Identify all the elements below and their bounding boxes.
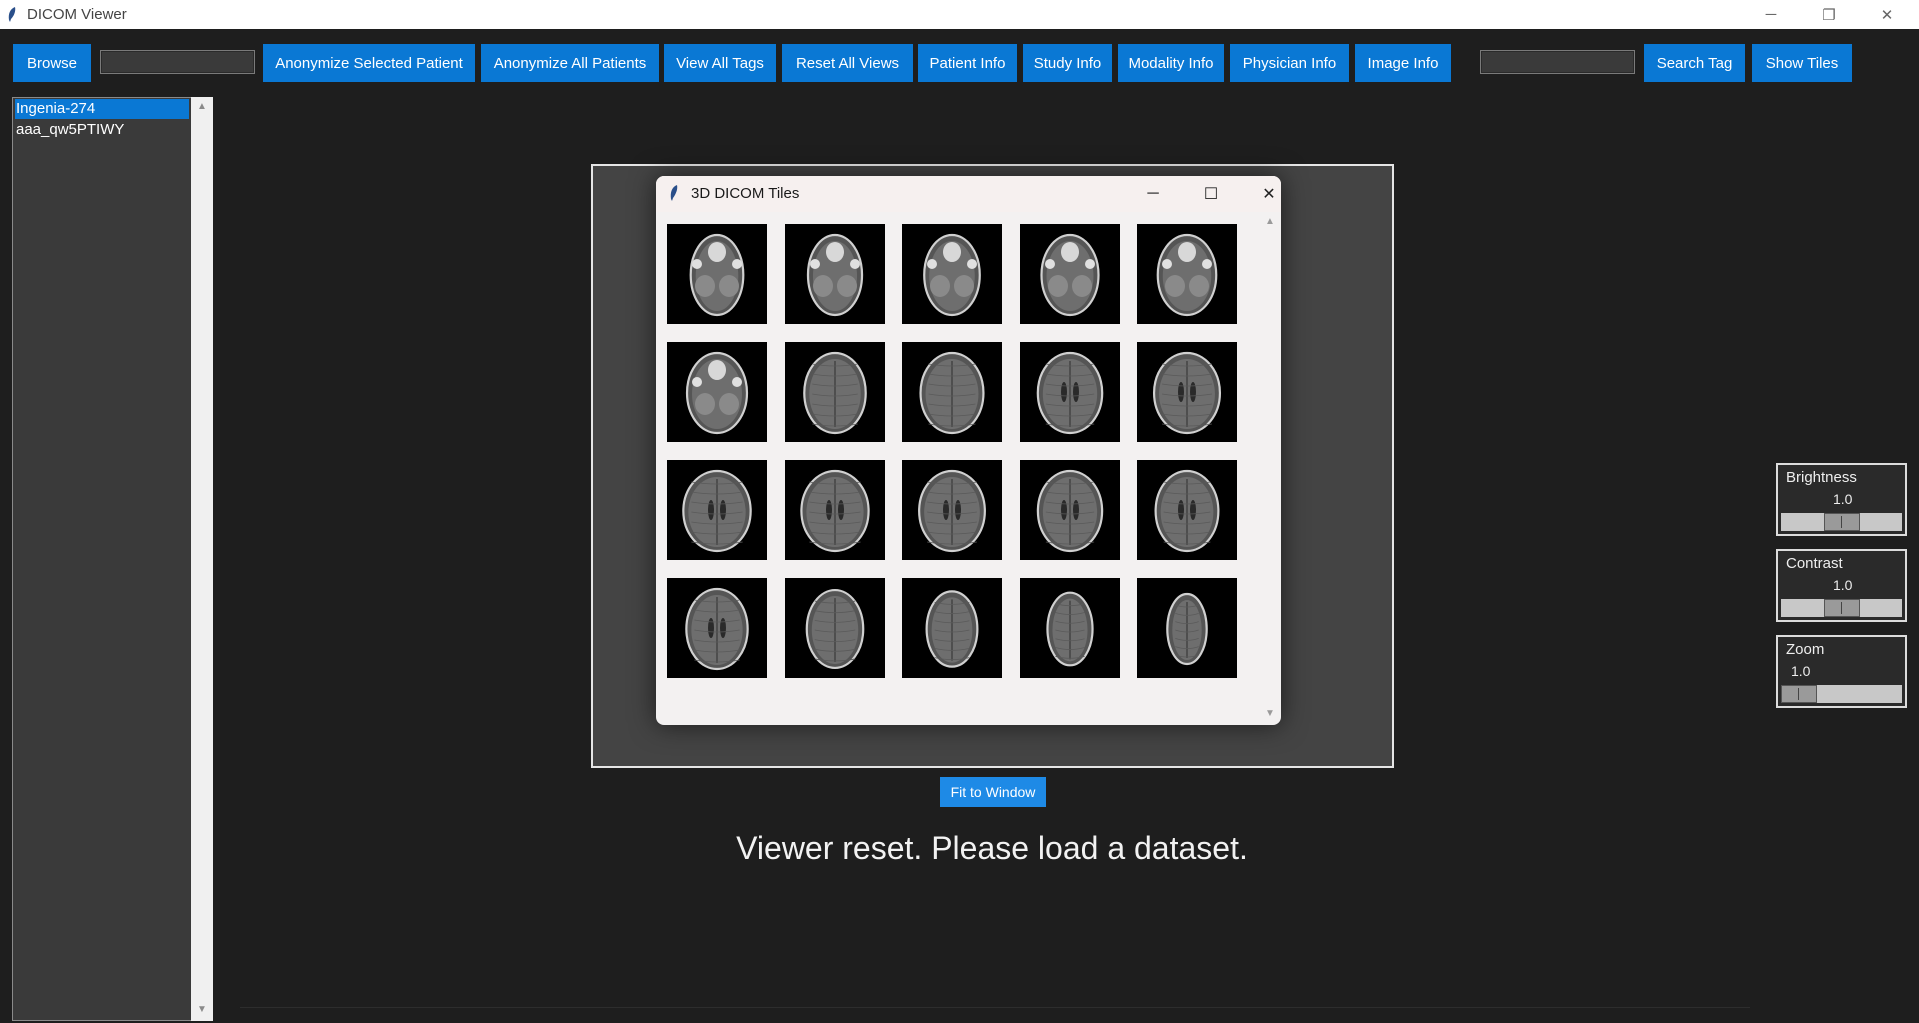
dicom-slice-tile [1019, 224, 1120, 324]
close-window-button[interactable]: ✕ [1858, 0, 1916, 29]
show-tiles-button[interactable]: Show Tiles [1752, 44, 1852, 82]
brightness-slider[interactable] [1781, 513, 1902, 531]
dicom-slice-tile [667, 578, 767, 678]
minimize-window-button[interactable]: ─ [1742, 0, 1800, 29]
dicom-slice-tile [902, 342, 1002, 442]
view-all-tags-button[interactable]: View All Tags [664, 44, 776, 82]
dicom-slice-tile [902, 224, 1002, 324]
zoom-slider-handle[interactable] [1781, 685, 1817, 703]
tiles-dialog: 3D DICOM Tiles ─ ☐ ✕ ▲ ▼ [656, 176, 1281, 725]
restore-window-button[interactable]: ❐ [1800, 0, 1858, 29]
modality-info-button[interactable]: Modality Info [1118, 44, 1224, 82]
patient-list-item[interactable]: aaa_qw5PTIWY [15, 120, 124, 140]
dialog-title: 3D DICOM Tiles [691, 185, 800, 202]
scroll-down-icon[interactable]: ▼ [191, 1004, 213, 1015]
zoom-label: Zoom [1786, 641, 1825, 658]
feather-icon [8, 7, 16, 22]
search-tag-input[interactable] [1480, 50, 1635, 74]
dicom-slice-tile [1137, 460, 1237, 560]
scroll-down-icon[interactable]: ▼ [1261, 708, 1279, 719]
dicom-slice-tile [902, 578, 1002, 678]
patient-list[interactable]: Ingenia-274 aaa_qw5PTIWY [12, 97, 192, 1021]
status-message: Viewer reset. Please load a dataset. [736, 830, 1248, 866]
path-input[interactable] [100, 50, 255, 74]
fit-to-window-button[interactable]: Fit to Window [940, 777, 1046, 807]
dialog-maximize-button[interactable]: ☐ [1192, 180, 1230, 208]
feather-icon [670, 185, 678, 201]
scroll-up-icon[interactable]: ▲ [191, 101, 213, 112]
patient-list-scrollbar[interactable]: ▲ ▼ [191, 97, 213, 1021]
study-info-button[interactable]: Study Info [1023, 44, 1112, 82]
scroll-up-icon[interactable]: ▲ [1261, 216, 1279, 227]
zoom-value: 1.0 [1791, 663, 1811, 679]
dicom-slice-tile [1137, 578, 1237, 678]
zoom-control: Zoom 1.0 [1776, 635, 1907, 708]
dicom-slice-tile [784, 578, 885, 678]
dicom-slice-tile [667, 460, 767, 560]
dicom-slice-tile [902, 460, 1002, 560]
dialog-minimize-button[interactable]: ─ [1134, 180, 1172, 208]
patient-list-item[interactable]: Ingenia-274 [15, 99, 189, 119]
anonymize-all-patients-button[interactable]: Anonymize All Patients [481, 44, 659, 82]
divider [240, 1007, 1750, 1008]
contrast-slider-handle[interactable] [1824, 599, 1860, 617]
dicom-slice-tile [1019, 342, 1120, 442]
window-title-bar: DICOM Viewer ─ ❐ ✕ [0, 0, 1919, 29]
dicom-slice-tile [667, 224, 767, 324]
window-title: DICOM Viewer [27, 6, 127, 23]
brightness-control: Brightness 1.0 [1776, 463, 1907, 536]
dicom-slice-tile [784, 224, 885, 324]
anonymize-selected-patient-button[interactable]: Anonymize Selected Patient [263, 44, 475, 82]
dialog-scrollbar[interactable]: ▲ ▼ [1261, 216, 1279, 722]
brightness-label: Brightness [1786, 469, 1857, 486]
dialog-close-button[interactable]: ✕ [1250, 180, 1281, 208]
dicom-slice-tile [1137, 224, 1237, 324]
contrast-value: 1.0 [1833, 577, 1853, 593]
contrast-slider[interactable] [1781, 599, 1902, 617]
zoom-slider[interactable] [1781, 685, 1902, 703]
reset-all-views-button[interactable]: Reset All Views [782, 44, 913, 82]
dicom-slice-tile [1019, 578, 1120, 678]
dicom-slice-tile [784, 342, 885, 442]
contrast-control: Contrast 1.0 [1776, 549, 1907, 622]
browse-button[interactable]: Browse [13, 44, 91, 82]
contrast-label: Contrast [1786, 555, 1843, 572]
brightness-slider-handle[interactable] [1824, 513, 1860, 531]
dicom-slice-tile [667, 342, 767, 442]
dicom-slice-tile [1019, 460, 1120, 560]
search-tag-button[interactable]: Search Tag [1644, 44, 1745, 82]
brightness-value: 1.0 [1833, 491, 1853, 507]
patient-info-button[interactable]: Patient Info [918, 44, 1017, 82]
dicom-slice-tile [784, 460, 885, 560]
dialog-title-bar: 3D DICOM Tiles ─ ☐ ✕ [656, 176, 1281, 212]
physician-info-button[interactable]: Physician Info [1230, 44, 1349, 82]
dicom-slice-tile [1137, 342, 1237, 442]
image-info-button[interactable]: Image Info [1355, 44, 1451, 82]
